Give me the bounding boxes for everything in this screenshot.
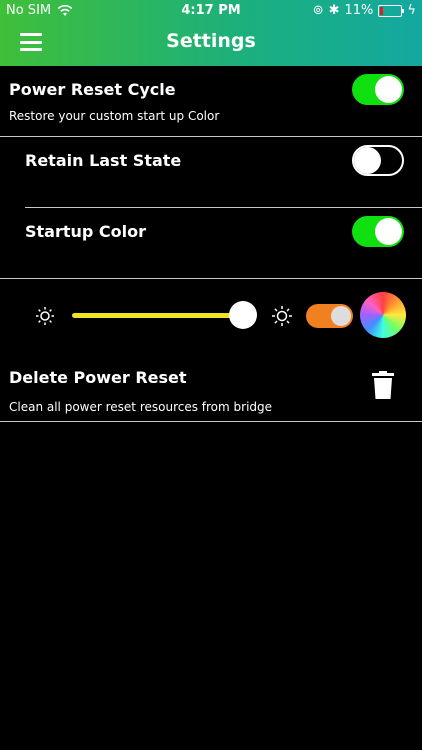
brightness-high-icon: [272, 306, 292, 326]
power-reset-cycle-subtitle: Restore your custom start up Color: [9, 109, 220, 123]
brightness-low-icon: [36, 307, 54, 325]
brightness-slider-thumb[interactable]: [229, 301, 257, 329]
power-reset-cycle-toggle[interactable]: [352, 74, 404, 105]
power-reset-cycle-title: Power Reset Cycle: [9, 80, 176, 99]
page-title: Settings: [166, 30, 256, 52]
app-header: No SIM 4:17 PM ⊚ ✱ 11% ϟ Settings: [0, 0, 422, 66]
bluetooth-icon: ✱: [328, 3, 340, 18]
divider: [0, 421, 422, 422]
battery-icon: [378, 4, 405, 17]
color-mode-toggle[interactable]: [306, 304, 353, 328]
status-bar: No SIM 4:17 PM ⊚ ✱ 11% ϟ: [0, 0, 422, 22]
divider: [25, 207, 422, 208]
retain-last-state-title: Retain Last State: [25, 151, 182, 170]
divider: [0, 278, 422, 279]
trash-icon[interactable]: [372, 371, 394, 399]
delete-power-reset-title: Delete Power Reset: [9, 368, 187, 387]
divider: [0, 136, 422, 137]
battery-percent: 11%: [344, 3, 374, 18]
startup-color-title: Startup Color: [25, 222, 147, 241]
delete-power-reset-subtitle: Clean all power reset resources from bri…: [9, 400, 273, 414]
color-wheel-button[interactable]: [360, 292, 406, 338]
lock-rotation-icon: ⊚: [312, 3, 324, 18]
startup-color-toggle[interactable]: [352, 216, 404, 247]
brightness-slider-track[interactable]: [72, 313, 242, 318]
charging-icon: ϟ: [407, 3, 416, 18]
retain-last-state-toggle[interactable]: [352, 145, 404, 176]
